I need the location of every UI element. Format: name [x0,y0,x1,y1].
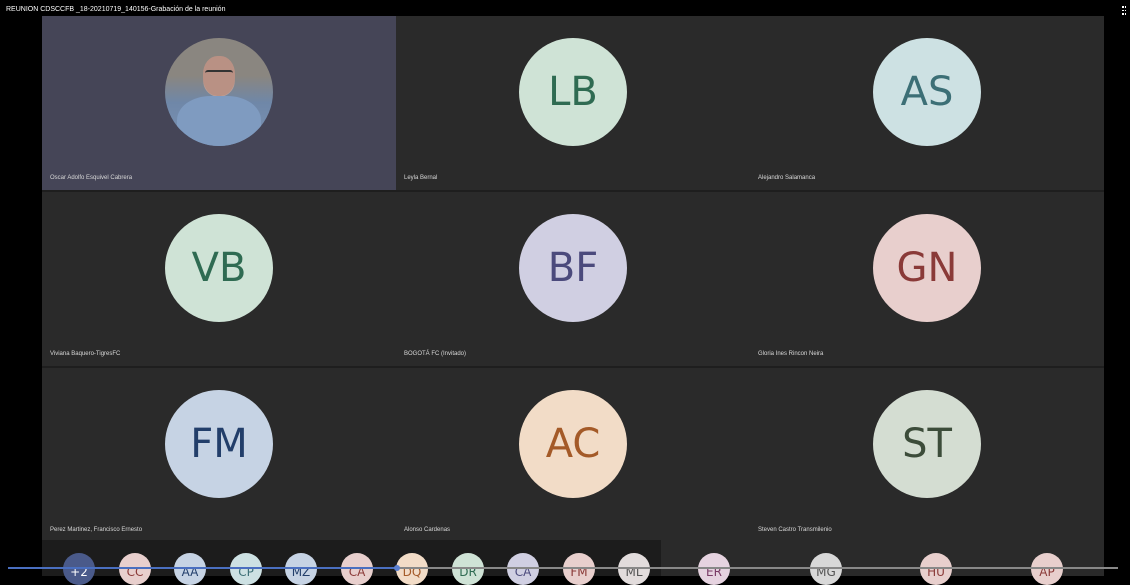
window-title: REUNION CDSCCFB _18-20210719_140156-Grab… [6,6,226,13]
participant-name: Alejandro Salamanca [758,175,816,181]
participant-name: Perez Martinez, Francisco Ernesto [50,527,143,533]
participant-avatar: ST [873,390,981,498]
overflow-avatar[interactable]: CA [507,553,539,585]
participant-video [165,38,273,146]
participant-tile[interactable]: BF BOGOTÁ FC (Invitado) [396,192,750,366]
participant-name: Alonso Cardenas [404,527,451,533]
overflow-avatar[interactable]: CP [230,553,262,585]
participant-tile[interactable]: AC Alonso Cardenas [396,368,750,542]
participant-avatar: GN [873,214,981,322]
overflow-avatar[interactable]: DR [452,553,484,585]
participant-avatar: AC [519,390,627,498]
playback-progress-fill [8,567,397,569]
overflow-avatar[interactable]: MZ [285,553,317,585]
overflow-avatar[interactable]: FM [563,553,595,585]
overflow-avatar[interactable]: DQ [396,553,428,585]
participant-name: BOGOTÁ FC (Invitado) [404,351,467,357]
participant-tile[interactable]: ST Steven Castro Transmilenio [750,368,1104,542]
overflow-avatar[interactable]: ML [618,553,650,585]
participant-grid: Oscar Adolfo Esquivel Cabrera LB Leyla B… [42,16,1104,542]
participant-tile[interactable]: FM Perez Martinez, Francisco Ernesto [42,368,396,542]
overflow-avatar[interactable]: MG [810,553,842,585]
participant-tile[interactable]: GN Gloria Ines Rincon Neira [750,192,1104,366]
participant-name: Leyla Bernal [404,175,438,181]
participant-avatar: LB [519,38,627,146]
participant-avatar: VB [165,214,273,322]
participant-name: Oscar Adolfo Esquivel Cabrera [50,175,133,181]
participant-tile[interactable]: AS Alejandro Salamanca [750,16,1104,190]
playback-progress-bar[interactable] [8,567,1118,569]
participant-name: Viviana Baquero-TigresFC [50,351,121,357]
overflow-avatar[interactable]: CA [341,553,373,585]
participant-avatar: FM [165,390,273,498]
overflow-avatar[interactable]: HU [920,553,952,585]
more-options-icon[interactable] [1122,6,1126,16]
participant-tile[interactable]: VB Viviana Baquero-TigresFC [42,192,396,366]
participant-avatar: BF [519,214,627,322]
participant-name: Gloria Ines Rincon Neira [758,351,824,357]
participant-avatar: AS [873,38,981,146]
more-participants-button[interactable]: +2 [63,553,95,585]
participant-name: Steven Castro Transmilenio [758,527,832,533]
overflow-avatar[interactable]: CC [119,553,151,585]
overflow-avatar[interactable]: AA [174,553,206,585]
overflow-avatar[interactable]: ER [698,553,730,585]
participant-tile[interactable]: Oscar Adolfo Esquivel Cabrera [42,16,396,190]
participant-tile[interactable]: LB Leyla Bernal [396,16,750,190]
playback-scrubber-handle[interactable] [393,565,400,571]
overflow-avatar[interactable]: AP [1031,553,1063,585]
